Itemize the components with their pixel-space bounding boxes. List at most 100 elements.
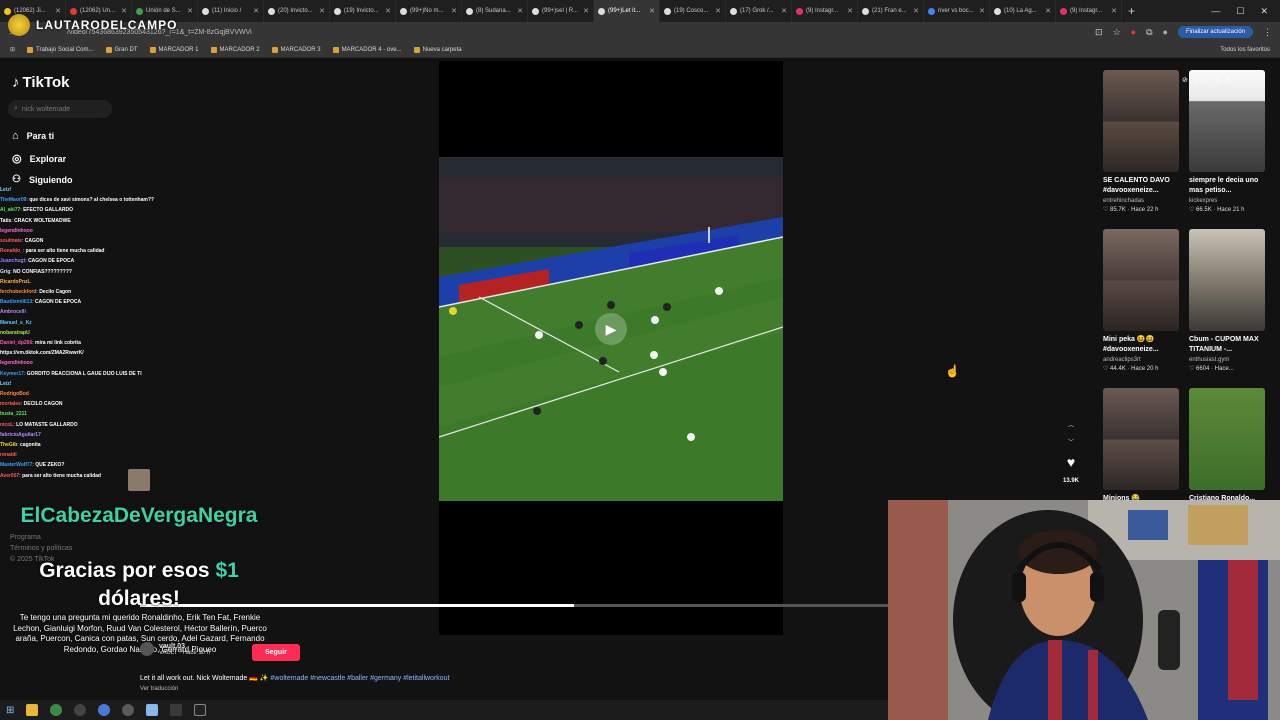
heart-icon[interactable]: ♥ [1067,454,1075,470]
app-icon[interactable] [122,704,135,716]
profile-avatar[interactable]: ● [1163,27,1168,37]
browser-tab[interactable]: (21) Fran e... ✕ [858,0,924,22]
footer-link[interactable]: Programa [10,532,72,543]
all-bookmarks[interactable]: Todos los favoritos [1220,47,1270,53]
browser-tab[interactable]: (99+)Let it... ✕ [594,0,660,22]
tab-favicon-icon [598,7,605,15]
tab-close-icon[interactable]: ✕ [649,7,655,15]
browser-tab[interactable]: (9) Instagr... ✕ [792,0,858,22]
browser-tab[interactable]: (99+)sel | R... ✕ [528,0,594,22]
extensions-puzzle-icon[interactable]: ⧉ [1146,27,1152,38]
copy-icon[interactable]: ▯ [1194,76,1198,86]
tab-close-icon[interactable]: ✕ [187,7,193,15]
tab-close-icon[interactable]: ✕ [451,7,457,15]
video-thumbnail [1189,229,1265,331]
update-button[interactable]: Finalizar actualización [1177,26,1253,38]
install-icon[interactable]: ⊡ [1095,27,1103,38]
video-author[interactable]: vault.03 VAULT · Hace 10 h [140,642,210,656]
new-tab-button[interactable]: + [1122,4,1141,18]
bookmark-item[interactable]: Gran DT [105,46,138,53]
nav-siguiendo[interactable]: ⚇ Siguiendo [12,174,72,185]
obs-icon[interactable] [74,704,87,716]
browser-tab[interactable]: (19) Invicto... ✕ [330,0,396,22]
video-actions: ︿ ﹀ ♥ 13.9K [1060,420,1082,484]
notes-icon[interactable] [146,704,159,716]
tab-close-icon[interactable]: ✕ [583,7,589,15]
search-input[interactable]: ⌕ nick woltemade [8,100,112,118]
scroll-up-icon[interactable]: ︿ [1068,420,1074,429]
chat-username: mortales [0,401,21,408]
bookmark-item[interactable]: MARCADOR 3 [271,46,321,53]
chat-message: Leiz! [0,185,165,195]
download-icon[interactable]: ⤓ [1204,76,1207,86]
browser-tab[interactable]: (8) Sudana... ✕ [462,0,528,22]
translate-link[interactable]: Ver traducción [140,686,178,692]
play-button[interactable]: ▶ [595,313,627,345]
scroll-down-icon[interactable]: ﹀ [1068,437,1074,446]
caption-hashtags[interactable]: #woltemade #newcastle #baller #germany #… [271,675,450,682]
bookmark-item[interactable]: MARCADOR 2 [210,46,260,53]
browser-tab[interactable]: (10) La Ag... ✕ [990,0,1056,22]
close-window-icon[interactable]: ✕ [1260,6,1268,17]
browser-tab[interactable]: (11) Inicio / ✕ [198,0,264,22]
chat-username: fabricioAguilar17 [0,431,41,438]
heart-outline-icon: ♡ [1103,207,1111,213]
chrome-icon[interactable] [50,704,63,716]
tab-close-icon[interactable]: ✕ [1111,7,1117,15]
settings-icon[interactable] [170,704,183,716]
browser-tab[interactable]: (19) Cosco... ✕ [660,0,726,22]
browser-tab[interactable]: (9) Instagr... ✕ [1056,0,1122,22]
maximize-icon[interactable]: ☐ [1236,6,1244,17]
nav-para-ti[interactable]: ⌂ Para ti [12,130,54,142]
bookmark-item[interactable]: MARCADOR 1 [149,46,199,53]
related-video-card[interactable]: SE CALENTÓ DAVO #davooxeneize... entrehi… [1103,70,1179,213]
tab-close-icon[interactable]: ✕ [385,7,391,15]
tab-close-icon[interactable]: ✕ [913,7,919,15]
donation-donor-name: ElCabezaDeVergaNegra [20,504,258,527]
browser-icon[interactable] [98,704,111,716]
start-menu-icon[interactable]: ⊞ [6,705,14,716]
tab-close-icon[interactable]: ✕ [1045,7,1051,15]
tab-close-icon[interactable]: ✕ [979,7,985,15]
related-video-card[interactable]: Minions 😂 [1103,388,1179,514]
tab-close-icon[interactable]: ✕ [715,7,721,15]
bookmark-item[interactable]: Trabajo Social Com... [27,46,94,53]
share-icon[interactable]: ⤴ [1213,76,1220,86]
follow-button[interactable]: Seguir [252,644,300,661]
nav-explorar[interactable]: ◎ Explorar [12,152,66,165]
chat-message: Manuel_s_Kz [0,318,165,328]
footer-link[interactable]: Términos y políticas [10,543,72,554]
bookmark-star-icon[interactable]: ☆ [1113,27,1121,38]
browser-tab[interactable]: (20) Invicto... ✕ [264,0,330,22]
terminal-icon[interactable] [194,704,207,716]
browser-tab[interactable]: river vs boc... ✕ [924,0,990,22]
bookmark-icon [27,46,34,53]
related-video-card[interactable]: Mini peka 😆😆 #davooxeneize... andreaclip… [1103,229,1179,372]
extension-icon[interactable]: ● [1131,27,1136,37]
tab-title: (10) La Ag... [1004,8,1037,14]
bookmark-item[interactable]: MARCADOR 4 - ove... [332,46,402,53]
chat-username: legendinhooo [0,360,33,367]
file-explorer-icon[interactable] [26,704,39,716]
related-video-card[interactable]: siempre le decia uno mas petiso... kicke… [1189,70,1265,213]
tab-close-icon[interactable]: ✕ [847,7,853,15]
related-video-card[interactable]: Cristiano Ronaldo... [1189,388,1265,514]
minimize-icon[interactable]: — [1211,6,1220,17]
close-icon[interactable]: ✕ [1226,76,1232,86]
link-icon[interactable]: ⊘ [1182,76,1188,86]
chat-username: Manuel_s_Kz [0,319,32,326]
related-video-card[interactable]: Cbum - CUPOM MAX TITANIUM -... enthusias… [1189,229,1265,372]
browser-tab[interactable]: (99+)No m... ✕ [396,0,462,22]
browser-tab[interactable]: (17) Grok /... ✕ [726,0,792,22]
tab-close-icon[interactable]: ✕ [517,7,523,15]
tab-close-icon[interactable]: ✕ [319,7,325,15]
tab-close-icon[interactable]: ✕ [253,7,259,15]
tab-close-icon[interactable]: ✕ [781,7,787,15]
chat-text: CAGON DE EPOCA [35,299,82,306]
more-menu-icon[interactable]: ⋮ [1263,27,1272,38]
video-player[interactable]: ▶ [439,61,783,635]
apps-grid-icon[interactable]: ⊞ [10,46,15,53]
tiktok-logo[interactable]: ♪ TikTok [12,74,69,91]
bookmark-item[interactable]: Nueva carpeta [413,46,462,53]
tab-favicon-icon [664,7,671,15]
